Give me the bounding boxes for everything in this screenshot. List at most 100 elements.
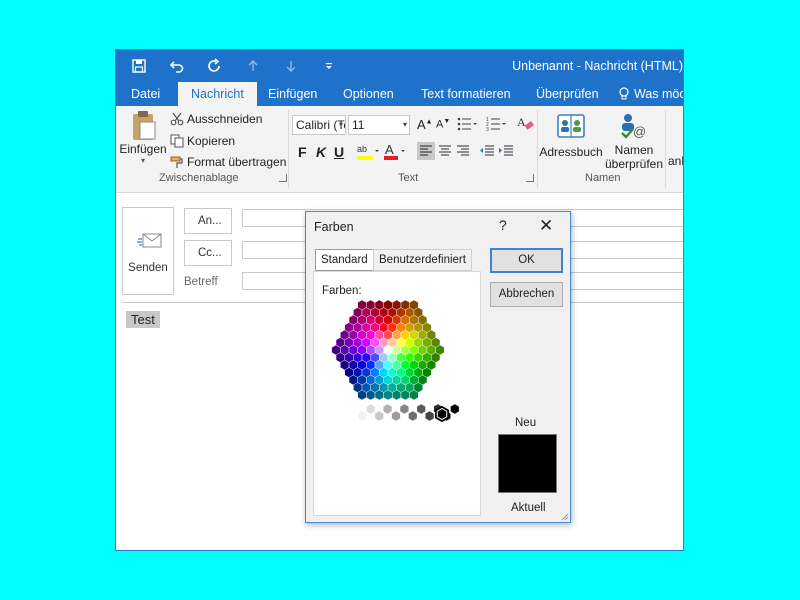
bullet-list-icon: [457, 117, 477, 131]
color-swatch[interactable]: [450, 403, 460, 415]
cancel-button[interactable]: Abbrechen: [490, 282, 563, 307]
chevron-down-icon: ▾: [338, 120, 343, 129]
close-button[interactable]: ✕: [539, 216, 553, 236]
tab-standard[interactable]: Standard: [315, 249, 374, 271]
color-swatch[interactable]: [408, 410, 418, 422]
color-swatch[interactable]: [366, 403, 376, 415]
decrease-indent-icon: [480, 145, 494, 156]
tab-ueberpruefen[interactable]: Überprüfen: [536, 82, 599, 106]
up-arrow-icon[interactable]: [242, 56, 264, 76]
font-color-button[interactable]: A: [382, 142, 408, 162]
undo-icon[interactable]: [166, 56, 188, 76]
text-group-label: Text: [398, 172, 419, 184]
align-right-button[interactable]: [455, 142, 471, 160]
shrink-font-button[interactable]: A▼: [436, 118, 450, 131]
tab-benutzerdefiniert[interactable]: Benutzerdefiniert: [373, 249, 472, 271]
address-book-button[interactable]: Adressbuch: [539, 112, 603, 159]
new-color-label: Neu: [515, 417, 537, 429]
colors-label: Farben:: [322, 285, 362, 297]
tab-optionen[interactable]: Optionen: [343, 82, 394, 106]
customize-icon[interactable]: [318, 56, 340, 76]
window-title: Unbenannt - Nachricht (HTML): [512, 59, 683, 73]
help-button[interactable]: ?: [499, 217, 507, 233]
highlight-button[interactable]: ab: [355, 142, 381, 162]
cut-button[interactable]: Ausschneiden: [170, 112, 262, 126]
font-size-combo[interactable]: 11 ▾: [348, 115, 410, 135]
dialog-title: Farben: [314, 220, 354, 234]
text-launcher-icon[interactable]: [526, 174, 534, 182]
italic-button[interactable]: K: [316, 144, 326, 160]
resize-grip-icon[interactable]: [559, 511, 569, 521]
to-button[interactable]: An...: [184, 208, 232, 234]
subject-label: Betreff: [184, 276, 218, 288]
svg-text:A: A: [517, 115, 526, 129]
save-icon[interactable]: [128, 56, 150, 76]
chevron-down-icon: ▾: [402, 120, 407, 129]
group-divider: [665, 110, 666, 188]
increase-indent-icon: [499, 145, 513, 156]
bullets-button[interactable]: [457, 116, 479, 132]
current-color-label: Aktuell: [511, 502, 546, 514]
align-center-button[interactable]: [437, 142, 453, 160]
cc-button[interactable]: Cc...: [184, 240, 232, 266]
bold-button[interactable]: F: [298, 144, 307, 160]
paste-button[interactable]: Einfügen ▾: [118, 110, 168, 165]
color-swatch[interactable]: [399, 403, 409, 415]
align-left-button[interactable]: [417, 142, 435, 160]
grow-font-button[interactable]: A▲: [417, 117, 433, 132]
paintbrush-icon: [170, 156, 183, 168]
group-divider: [288, 110, 289, 188]
color-swatch[interactable]: [416, 403, 426, 415]
scissors-icon: [170, 112, 184, 126]
send-button[interactable]: Senden: [122, 207, 174, 295]
clipboard-launcher-icon[interactable]: [279, 174, 287, 182]
decrease-indent-button[interactable]: [479, 142, 495, 160]
format-painter-button[interactable]: Format übertragen: [170, 155, 286, 169]
check-names-icon: @: [621, 114, 646, 139]
clipboard-group-label: Zwischenablage: [159, 172, 239, 184]
shrink-font-icon: A▼: [436, 118, 451, 131]
font-name-combo[interactable]: Calibri (Textkörper) ▾: [292, 115, 346, 135]
color-swatch[interactable]: [391, 410, 401, 422]
attach-button[interactable]: anhängen: [668, 154, 683, 168]
color-swatch[interactable]: [425, 410, 435, 422]
color-swatch[interactable]: [349, 403, 359, 415]
highlighter-icon: ab: [357, 144, 379, 160]
tab-nachricht[interactable]: Nachricht: [178, 82, 257, 106]
ok-button[interactable]: OK: [490, 248, 563, 273]
underline-button[interactable]: U: [334, 144, 344, 160]
title-bar: Unbenannt - Nachricht (HTML): [116, 50, 683, 82]
tab-text-formatieren[interactable]: Text formatieren: [421, 82, 511, 106]
message-body-text[interactable]: Test: [126, 311, 160, 328]
standard-colors-panel: Farben:: [313, 271, 481, 516]
address-book-label: Adressbuch: [539, 145, 603, 159]
redo-icon[interactable]: [204, 56, 226, 76]
check-names-button[interactable]: @ Namen überprüfen: [603, 112, 665, 171]
svg-text:@: @: [633, 124, 646, 139]
copy-button[interactable]: Kopieren: [170, 134, 235, 148]
svg-text:ab: ab: [357, 144, 367, 154]
clear-formatting-button[interactable]: A: [516, 114, 534, 132]
color-swatch[interactable]: [383, 403, 393, 415]
paste-label: Einfügen: [119, 142, 167, 156]
color-swatch[interactable]: [374, 410, 384, 422]
tell-me-box[interactable]: Was möchten Sie tun?: [618, 82, 683, 106]
ribbon-tab-bar: Datei Nachricht Einfügen Optionen Text f…: [116, 82, 683, 106]
align-left-icon: [417, 142, 435, 160]
align-right-icon: [457, 145, 469, 156]
color-swatch[interactable]: [434, 405, 450, 423]
font-size-value: 11: [352, 118, 365, 132]
numbering-button[interactable]: 123: [486, 116, 508, 132]
tab-datei[interactable]: Datei: [131, 82, 160, 106]
lightbulb-icon: [619, 87, 629, 100]
grow-font-icon: A▲: [417, 117, 433, 132]
down-arrow-icon[interactable]: [280, 56, 302, 76]
color-swatch[interactable]: [357, 410, 367, 422]
group-divider: [537, 110, 538, 188]
tab-einfuegen[interactable]: Einfügen: [268, 82, 317, 106]
send-label: Senden: [128, 262, 168, 274]
font-color-icon: A: [384, 142, 405, 160]
increase-indent-button[interactable]: [498, 142, 514, 160]
color-hexagon-picker[interactable]: [314, 300, 480, 450]
check-names-label-line1: Namen: [614, 143, 654, 157]
